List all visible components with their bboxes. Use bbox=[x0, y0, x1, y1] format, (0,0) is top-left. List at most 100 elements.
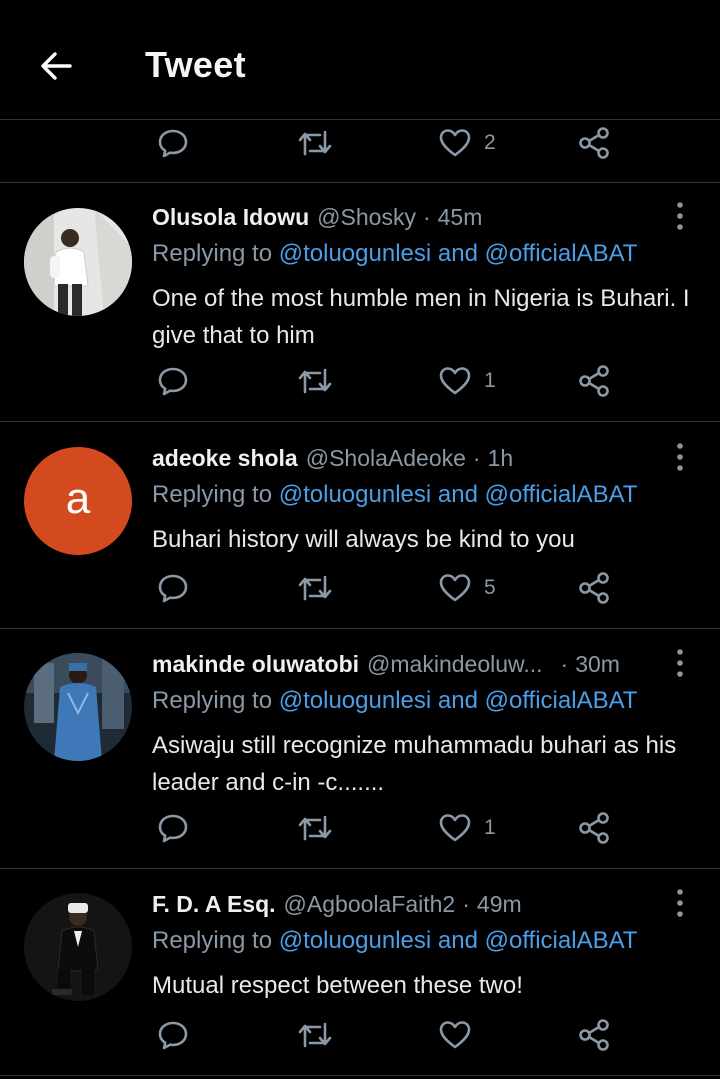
like-count: 1 bbox=[484, 369, 496, 392]
more-vertical-icon bbox=[677, 443, 683, 471]
share-icon bbox=[579, 127, 609, 159]
back-button[interactable] bbox=[30, 40, 82, 92]
reply-button[interactable] bbox=[156, 803, 190, 853]
timestamp[interactable]: 30m bbox=[575, 651, 620, 678]
mention-and: and bbox=[437, 687, 478, 714]
reply-icon bbox=[158, 129, 188, 158]
heart-icon bbox=[439, 367, 471, 395]
like-button[interactable] bbox=[438, 1010, 484, 1060]
divider bbox=[0, 421, 720, 422]
reply-button[interactable] bbox=[156, 356, 190, 406]
divider bbox=[0, 182, 720, 183]
separator-dot: · bbox=[462, 890, 470, 917]
like-count: 5 bbox=[484, 576, 496, 599]
retweet-icon bbox=[298, 368, 332, 394]
tweet-header: adeoke shola @SholaAdeoke · 1h bbox=[152, 441, 682, 475]
separator-dot: · bbox=[560, 650, 569, 677]
top-app-bar: Tweet bbox=[0, 0, 720, 120]
tweet-header: Olusola Idowu @Shosky · 45m bbox=[152, 200, 682, 234]
retweet-button[interactable] bbox=[296, 1010, 334, 1060]
share-icon bbox=[579, 812, 609, 844]
reply-button[interactable] bbox=[156, 563, 190, 613]
like-button[interactable]: 2 bbox=[438, 118, 496, 168]
reply-icon bbox=[158, 1021, 188, 1050]
share-button[interactable] bbox=[577, 356, 611, 406]
tweet-actions bbox=[0, 1010, 720, 1060]
replying-to: Replying to @toluogunlesi and @officialA… bbox=[152, 481, 637, 509]
replying-to: Replying to @toluogunlesi and @officialA… bbox=[152, 240, 637, 268]
replying-to-label: Replying to bbox=[152, 240, 273, 267]
avatar[interactable] bbox=[24, 893, 132, 1001]
retweet-button[interactable] bbox=[296, 118, 334, 168]
mention-link[interactable]: @toluogunlesi bbox=[279, 240, 431, 267]
page-title: Tweet bbox=[145, 44, 246, 85]
more-options-button[interactable] bbox=[664, 883, 696, 923]
like-count: 1 bbox=[484, 816, 496, 839]
author-handle[interactable]: @makindeoluw... bbox=[367, 651, 543, 678]
replying-to-label: Replying to bbox=[152, 687, 273, 714]
retweet-icon bbox=[298, 130, 332, 156]
timestamp[interactable]: 49m bbox=[477, 891, 522, 918]
avatar[interactable]: a bbox=[24, 447, 132, 555]
heart-icon bbox=[439, 574, 471, 602]
reply-button[interactable] bbox=[156, 1010, 190, 1060]
mention-link[interactable]: @officialABAT bbox=[485, 481, 638, 508]
more-vertical-icon bbox=[677, 889, 683, 917]
mention-link[interactable]: @officialABAT bbox=[485, 240, 638, 267]
author-handle[interactable]: @SholaAdeoke bbox=[306, 445, 466, 472]
back-arrow-icon bbox=[41, 52, 72, 80]
more-options-button[interactable] bbox=[664, 437, 696, 477]
reply-icon bbox=[158, 814, 188, 843]
author-name[interactable]: makinde oluwatobi bbox=[152, 651, 359, 678]
more-vertical-icon bbox=[677, 202, 683, 230]
author-name[interactable]: Olusola Idowu bbox=[152, 204, 309, 231]
tweet-header: F. D. A Esq. @AgboolaFaith2 · 49m bbox=[152, 887, 682, 921]
author-name[interactable]: F. D. A Esq. bbox=[152, 891, 276, 918]
tweet-text: Mutual respect between these two! bbox=[152, 972, 523, 999]
author-name[interactable]: adeoke shola bbox=[152, 445, 298, 472]
timestamp[interactable]: 45m bbox=[438, 204, 483, 231]
like-button[interactable]: 1 bbox=[438, 803, 496, 853]
heart-icon bbox=[439, 1021, 471, 1049]
mention-link[interactable]: @officialABAT bbox=[485, 927, 638, 954]
retweet-icon bbox=[298, 815, 332, 841]
more-options-button[interactable] bbox=[664, 196, 696, 236]
mention-link[interactable]: @officialABAT bbox=[485, 687, 638, 714]
avatar[interactable] bbox=[24, 208, 132, 316]
retweet-icon bbox=[298, 1022, 332, 1048]
divider bbox=[0, 1075, 720, 1076]
more-vertical-icon bbox=[677, 649, 683, 677]
mention-and: and bbox=[437, 240, 478, 267]
like-button[interactable]: 5 bbox=[438, 563, 496, 613]
author-handle[interactable]: @AgboolaFaith2 bbox=[284, 891, 456, 918]
timestamp[interactable]: 1h bbox=[488, 445, 514, 472]
mention-and: and bbox=[437, 927, 478, 954]
more-options-button[interactable] bbox=[664, 643, 696, 683]
author-handle[interactable]: @Shosky bbox=[317, 204, 416, 231]
main-tweet-actions: 2 bbox=[0, 118, 720, 168]
mention-link[interactable]: @toluogunlesi bbox=[279, 687, 431, 714]
share-button[interactable] bbox=[577, 118, 611, 168]
tweet-text: Asiwaju still recognize muhammadu buhari… bbox=[152, 732, 677, 796]
reply-icon bbox=[158, 367, 188, 396]
reply-button[interactable] bbox=[156, 118, 190, 168]
heart-icon bbox=[439, 814, 471, 842]
share-button[interactable] bbox=[577, 1010, 611, 1060]
replying-to: Replying to @toluogunlesi and @officialA… bbox=[152, 927, 637, 955]
like-button[interactable]: 1 bbox=[438, 356, 496, 406]
share-icon bbox=[579, 1019, 609, 1051]
retweet-icon bbox=[298, 575, 332, 601]
avatar[interactable] bbox=[24, 653, 132, 761]
share-button[interactable] bbox=[577, 563, 611, 613]
tweet-header: makinde oluwatobi @makindeoluw... · 30m bbox=[152, 647, 682, 681]
tweet-actions: 1 bbox=[0, 803, 720, 853]
mention-link[interactable]: @toluogunlesi bbox=[279, 927, 431, 954]
share-button[interactable] bbox=[577, 803, 611, 853]
mention-link[interactable]: @toluogunlesi bbox=[279, 481, 431, 508]
retweet-button[interactable] bbox=[296, 563, 334, 613]
share-icon bbox=[579, 365, 609, 397]
retweet-button[interactable] bbox=[296, 356, 334, 406]
tweet-text: One of the most humble men in Nigeria is… bbox=[152, 285, 690, 349]
replying-to-label: Replying to bbox=[152, 927, 273, 954]
retweet-button[interactable] bbox=[296, 803, 334, 853]
